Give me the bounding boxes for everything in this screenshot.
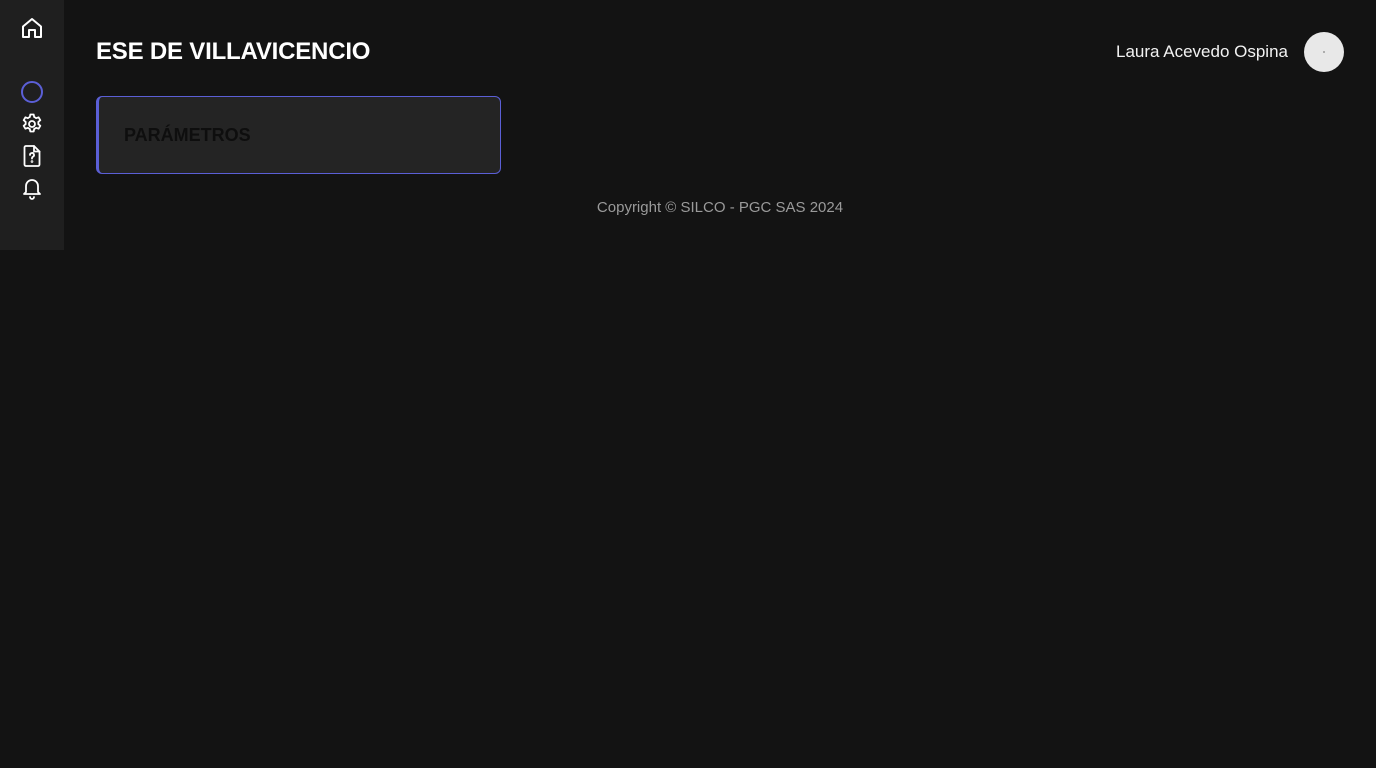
avatar-dot [1323,51,1325,53]
card-label: PARÁMETROS [124,125,251,145]
file-question-icon[interactable] [20,144,44,168]
gear-icon[interactable] [20,112,44,136]
bell-icon[interactable] [20,176,44,200]
user-avatar[interactable] [1304,32,1344,72]
circle-icon[interactable] [20,80,44,104]
footer-copyright: Copyright © SILCO - PGC SAS 2024 [596,199,844,216]
user-name: Laura Acevedo Ospina [1115,42,1288,61]
sidebar [0,0,64,250]
page-title: ESE DE VILLAVICENCIO [96,38,371,65]
parametros-card[interactable]: PARÁMETROS [96,96,501,174]
home-icon[interactable] [20,16,44,40]
